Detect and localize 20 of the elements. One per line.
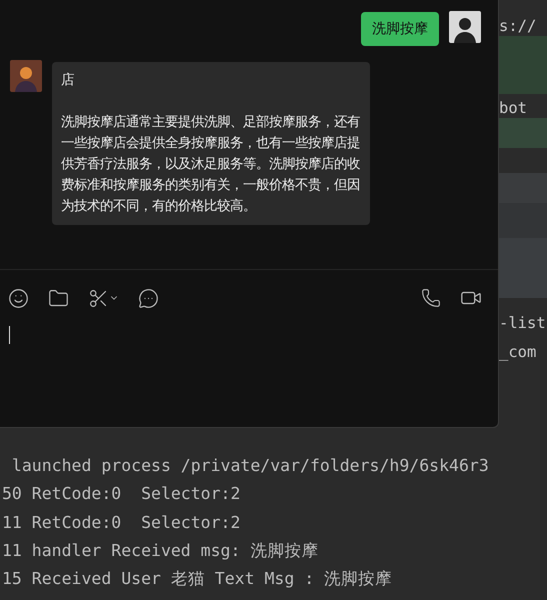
- terminal-line: 50 RetCode:0 Selector:2: [2, 483, 242, 506]
- folder-icon[interactable]: [48, 288, 69, 308]
- emoji-icon[interactable]: [8, 288, 29, 308]
- avatar: [10, 60, 42, 92]
- phone-icon[interactable]: [421, 288, 441, 308]
- code-text: bot: [499, 98, 528, 118]
- scissors-icon[interactable]: [88, 288, 119, 308]
- code-text: -list: [499, 313, 547, 333]
- terminal-line: 11 RetCode:0 Selector:2: [2, 512, 242, 534]
- terminal-line: 15 Received User 老猫 Text Msg : 洗脚按摩: [2, 568, 394, 590]
- code-text: s://: [499, 16, 538, 36]
- message-text: 洗脚按摩店通常主要提供洗脚、足部按摩服务，还有一些按摩店会提供全身按摩服务，也有一些按摩店提供芳香疗法服务，以及沐足服务等。洗脚按摩店的收费标准和按摩服务的类别有关，一般价格不贵，但因为技术的不同，有的价格比较高。: [61, 114, 361, 216]
- terminal-line: 11 handler Received msg: 洗脚按摩: [2, 540, 320, 562]
- avatar: [449, 11, 481, 43]
- terminal-line: launched process /private/var/folders/h9/6sk46r3: [10, 455, 490, 477]
- line-highlight: [499, 118, 547, 148]
- message-title: 店: [61, 72, 75, 90]
- code-text: _com: [499, 342, 538, 362]
- message-bubble: 洗脚按摩: [361, 12, 439, 46]
- chat-icon[interactable]: [138, 288, 159, 308]
